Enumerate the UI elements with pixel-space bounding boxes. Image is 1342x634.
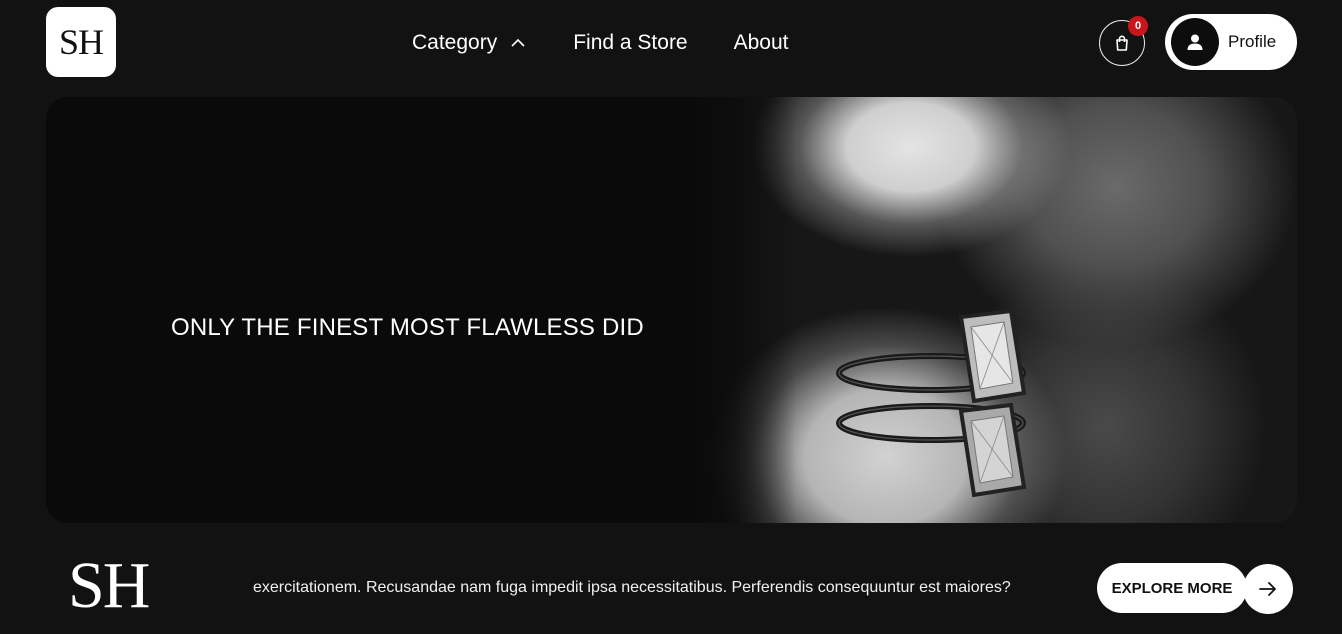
profile-label: Profile — [1228, 32, 1277, 51]
footer-description: exercitationem. Recusandae nam fuga impe… — [253, 579, 1011, 596]
nav-find-a-store[interactable]: Find a Store — [573, 31, 687, 55]
site-header: SH Category Find a Store About 0 Profile — [0, 0, 1342, 90]
nav-about-label: About — [733, 31, 789, 54]
nav-about[interactable]: About — [734, 31, 789, 55]
avatar — [1171, 18, 1219, 66]
hero-banner: ONLY THE FINEST MOST FLAWLESS DID — [46, 97, 1297, 523]
logo[interactable]: SH — [46, 7, 116, 77]
arrow-right-icon — [1259, 582, 1276, 596]
nav-category-label: Category — [412, 31, 498, 54]
footer-logo: SH — [68, 549, 150, 622]
main-nav: Category Find a Store About — [412, 28, 789, 58]
hero-title: ONLY THE FINEST MOST FLAWLESS DID — [171, 314, 644, 341]
nav-find-a-store-label: Find a Store — [573, 31, 688, 54]
explore-more-button[interactable]: EXPLORE MORE — [1097, 563, 1247, 613]
shopping-bag-icon — [1116, 35, 1128, 51]
cart-count-badge: 0 — [1128, 16, 1148, 36]
ring-image — [836, 308, 1027, 498]
explore-arrow-button[interactable] — [1243, 564, 1293, 614]
user-icon — [1187, 34, 1203, 50]
hero-fade — [686, 97, 796, 523]
chevron-up-icon — [511, 38, 525, 47]
profile-button[interactable]: Profile — [1165, 14, 1297, 70]
nav-category[interactable]: Category — [412, 31, 527, 55]
logo-text: SH — [58, 22, 104, 62]
